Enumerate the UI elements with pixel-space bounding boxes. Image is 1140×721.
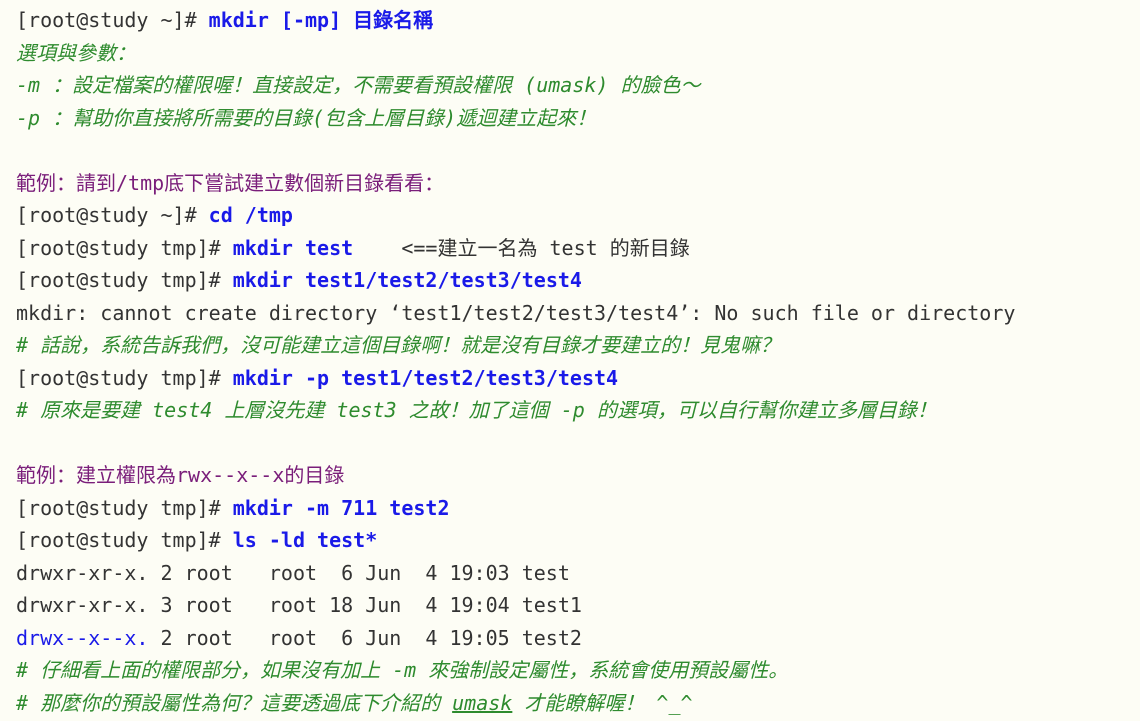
permission-string: drwxr-xr-x.	[16, 593, 149, 617]
example2-title: 範例：建立權限為rwx--x--x的目錄	[16, 463, 345, 487]
permission-string-highlighted: drwx--x--x.	[16, 625, 149, 650]
command-line-mkdir-p: [root@study tmp]# mkdir -p test1/test2/t…	[16, 362, 1140, 395]
option-m-description: -m ：設定檔案的權限喔！直接設定，不需要看預設權限 (umask) 的臉色～	[16, 73, 701, 97]
shell-prompt: [root@study ~]#	[16, 203, 209, 227]
listing-details: 2 root root 6 Jun 4 19:03 test	[148, 560, 570, 585]
command-text: mkdir test	[232, 235, 354, 260]
comment-text: 才能瞭解喔！ ^_^	[512, 690, 693, 715]
example1-title: 範例：請到/tmp底下嘗試建立數個新目錄看看：	[16, 170, 445, 195]
shell-prompt: [root@study tmp]#	[16, 495, 233, 520]
command-line-mkdir-nested: [root@study tmp]# mkdir test1/test2/test…	[16, 264, 1140, 297]
command-line-cd: [root@study ~]# cd /tmp	[16, 199, 1140, 232]
options-title: 選項與參數：	[16, 40, 136, 65]
inline-note: <==建立一名為 test 的新目錄	[353, 235, 690, 260]
command-text: mkdir test1/test2/test3/test4	[232, 268, 582, 292]
command-line-mkdir-m: [root@study tmp]# mkdir -m 711 test2	[16, 492, 1140, 525]
command-text: mkdir [-mp] 目錄名稱	[208, 8, 434, 32]
shell-prompt: [root@study tmp]#	[16, 528, 233, 552]
error-output: mkdir: cannot create directory ‘test1/te…	[16, 300, 1016, 325]
command-text: mkdir -p test1/test2/test3/test4	[232, 365, 619, 390]
command-text: ls -ld test*	[232, 528, 378, 552]
shell-prompt: [root@study ~]#	[16, 8, 209, 32]
shell-prompt: [root@study tmp]#	[16, 235, 233, 260]
comment-line: # 話說，系統告訴我們，沒可能建立這個目錄啊！就是沒有目錄才要建立的！見鬼嘛？	[16, 333, 781, 357]
listing-details: 2 root root 6 Jun 4 19:05 test2	[148, 625, 582, 650]
comment-line: # 原來是要建 test4 上層沒先建 test3 之故！加了這個 -p 的選項…	[16, 398, 937, 422]
umask-link[interactable]: umask	[452, 691, 512, 715]
comment-text: # 那麼你的預設屬性為何？這要透過底下介紹的	[16, 690, 453, 715]
option-p-description: -p ：幫助你直接將所需要的目錄(包含上層目錄)遞迴建立起來！	[16, 105, 597, 130]
comment-line: # 那麼你的預設屬性為何？這要透過底下介紹的 umask 才能瞭解喔！ ^_^	[16, 687, 1140, 720]
shell-prompt: [root@study tmp]#	[16, 365, 233, 390]
listing-row: drwx--x--x. 2 root root 6 Jun 4 19:05 te…	[16, 622, 1140, 655]
terminal-output: [root@study ~]# mkdir [-mp] 目錄名稱 選項與參數： …	[0, 0, 1140, 721]
command-text: cd /tmp	[208, 203, 293, 227]
command-line-mkdir-test: [root@study tmp]# mkdir test <==建立一名為 te…	[16, 232, 1140, 265]
command-text: mkdir -m 711 test2	[232, 495, 450, 520]
shell-prompt: [root@study tmp]#	[16, 268, 233, 292]
listing-row: drwxr-xr-x. 2 root root 6 Jun 4 19:03 te…	[16, 557, 1140, 590]
permission-string: drwxr-xr-x.	[16, 560, 149, 585]
listing-details: 3 root root 18 Jun 4 19:04 test1	[148, 593, 582, 617]
command-line-ls: [root@study tmp]# ls -ld test*	[16, 524, 1140, 557]
listing-row: drwxr-xr-x. 3 root root 18 Jun 4 19:04 t…	[16, 589, 1140, 622]
syntax-line: [root@study ~]# mkdir [-mp] 目錄名稱	[16, 4, 1140, 37]
comment-line: # 仔細看上面的權限部分，如果沒有加上 -m 來強制設定屬性，系統會使用預設屬性…	[16, 658, 789, 682]
